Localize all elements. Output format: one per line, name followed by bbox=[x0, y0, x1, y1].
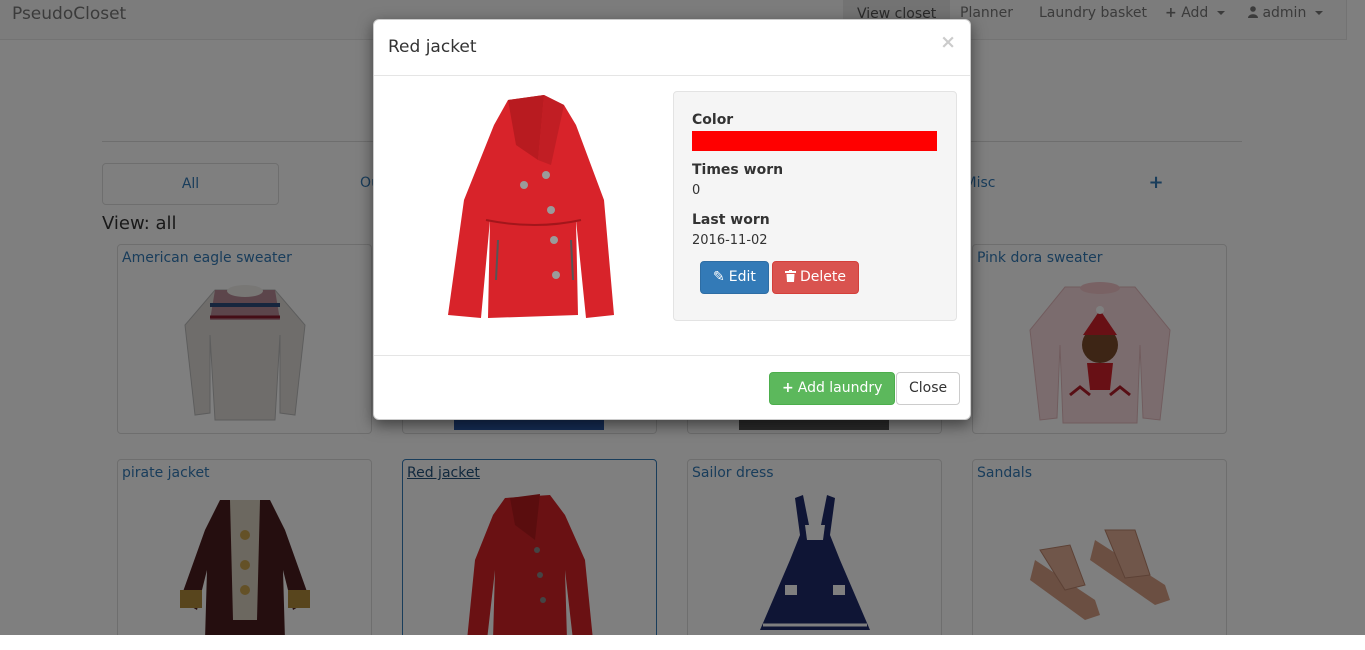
times-worn-value: 0 bbox=[692, 183, 701, 198]
add-laundry-button[interactable]: + Add laundry bbox=[769, 372, 896, 405]
last-worn-value: 2016-11-02 bbox=[692, 233, 768, 248]
close-icon[interactable]: × bbox=[940, 33, 956, 52]
color-label: Color bbox=[692, 112, 734, 128]
close-button[interactable]: Close bbox=[896, 372, 961, 405]
times-worn-label: Times worn bbox=[692, 162, 784, 178]
delete-label: Delete bbox=[800, 269, 846, 285]
item-detail-modal: Red jacket × Color Times worn 0 Last wor… bbox=[373, 19, 971, 420]
delete-button[interactable]: Delete bbox=[772, 261, 859, 294]
item-info-panel: Color Times worn 0 Last worn 2016-11-02 … bbox=[673, 91, 957, 321]
color-swatch bbox=[692, 131, 937, 151]
red-jacket-image bbox=[448, 95, 614, 318]
last-worn-label: Last worn bbox=[692, 212, 770, 228]
edit-label: Edit bbox=[728, 269, 756, 285]
add-laundry-label: Add laundry bbox=[797, 380, 883, 396]
modal-header: Red jacket × bbox=[374, 20, 970, 76]
pencil-icon: ✎ bbox=[713, 269, 725, 285]
edit-button[interactable]: ✎ Edit bbox=[700, 261, 769, 294]
modal-title: Red jacket bbox=[388, 37, 477, 57]
trash-icon bbox=[785, 270, 796, 282]
modal-footer: + Add laundry Close bbox=[374, 355, 970, 421]
plus-icon: + bbox=[782, 380, 794, 396]
